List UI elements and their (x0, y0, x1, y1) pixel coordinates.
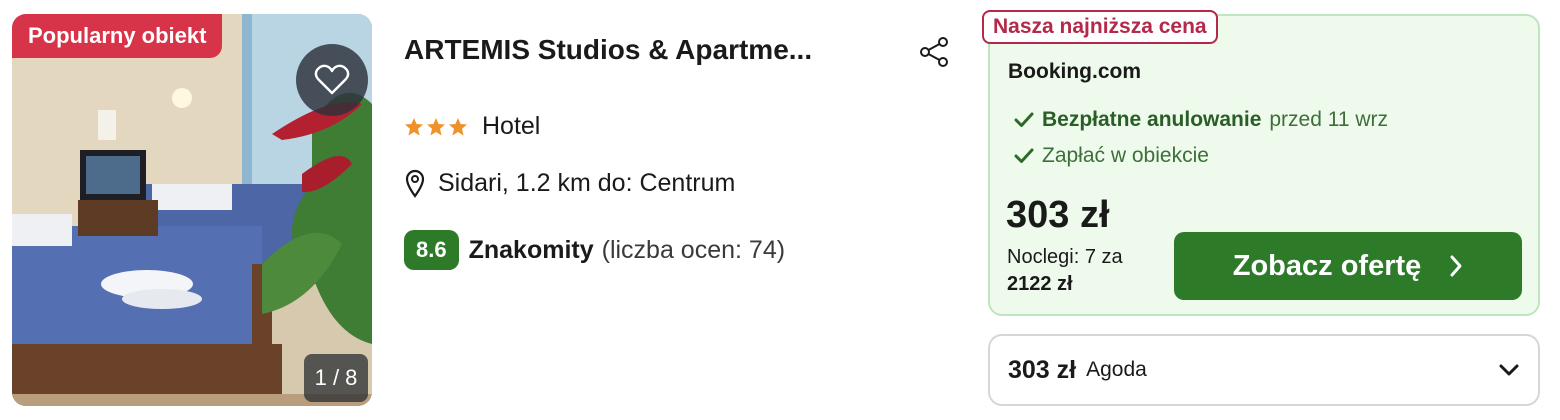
location-row: Sidari, 1.2 km do: Centrum (404, 168, 735, 198)
chevron-down-icon (1499, 364, 1519, 376)
alt-offer-provider: Agoda (1086, 358, 1147, 381)
map-pin-icon (405, 169, 425, 198)
favorite-button[interactable] (296, 44, 368, 116)
deal-provider: Booking.com (1008, 60, 1142, 83)
view-offer-label: Zobacz ofertę (1232, 249, 1422, 282)
star-icon (405, 117, 423, 135)
location-text: Sidari, 1.2 km do: Centrum (438, 168, 736, 197)
total-price: 2122 zł (1007, 273, 1073, 295)
star-icon (427, 117, 445, 135)
hotel-title[interactable]: ARTEMIS Studios & Apartme... (404, 34, 894, 66)
perk-1-bold: Bezpłatne anulowanie (1042, 108, 1262, 131)
stars-row: Hotel (404, 112, 540, 141)
popular-badge: Popularny obiekt (12, 14, 223, 58)
hotel-photo[interactable]: Popularny obiekt 1 / 8 (12, 14, 372, 406)
nights-info: Noclegi: 7 za 2122 zł (1007, 244, 1167, 298)
rating-row[interactable]: 8.6 Znakomity (liczba ocen: 74) (404, 230, 785, 270)
alt-offer-price: 303 zł (1008, 355, 1077, 384)
share-button[interactable] (916, 34, 952, 70)
chevron-right-icon (1450, 255, 1462, 277)
pay-at-property-perk: Zapłać w obiekcie (1014, 144, 1209, 168)
photo-counter: 1 / 8 (304, 354, 368, 402)
perk-2-text: Zapłać w obiekcie (1042, 144, 1209, 167)
free-cancellation-perk: Bezpłatne anulowanie przed 11 wrz (1014, 108, 1388, 132)
check-icon (1014, 148, 1034, 163)
rating-score-badge: 8.6 (404, 230, 459, 270)
star-rating (404, 117, 468, 137)
rating-word: Znakomity (468, 235, 594, 264)
lowest-price-tag: Nasza najniższa cena (982, 10, 1218, 44)
heart-icon (314, 64, 350, 95)
check-icon (1014, 112, 1034, 127)
rating-count: (liczba ocen: 74) (601, 235, 786, 264)
perk-1-detail: przed 11 wrz (1269, 108, 1389, 131)
nights-count: Noclegi: 7 za (1007, 246, 1123, 268)
deal-price: 303 zł (1006, 194, 1110, 236)
alternative-offer-dropdown[interactable]: 303 zł Agoda (988, 334, 1540, 406)
hotel-type: Hotel (482, 112, 541, 140)
view-offer-button[interactable]: Zobacz ofertę (1174, 232, 1522, 300)
share-icon (920, 37, 948, 67)
star-icon (449, 117, 467, 135)
